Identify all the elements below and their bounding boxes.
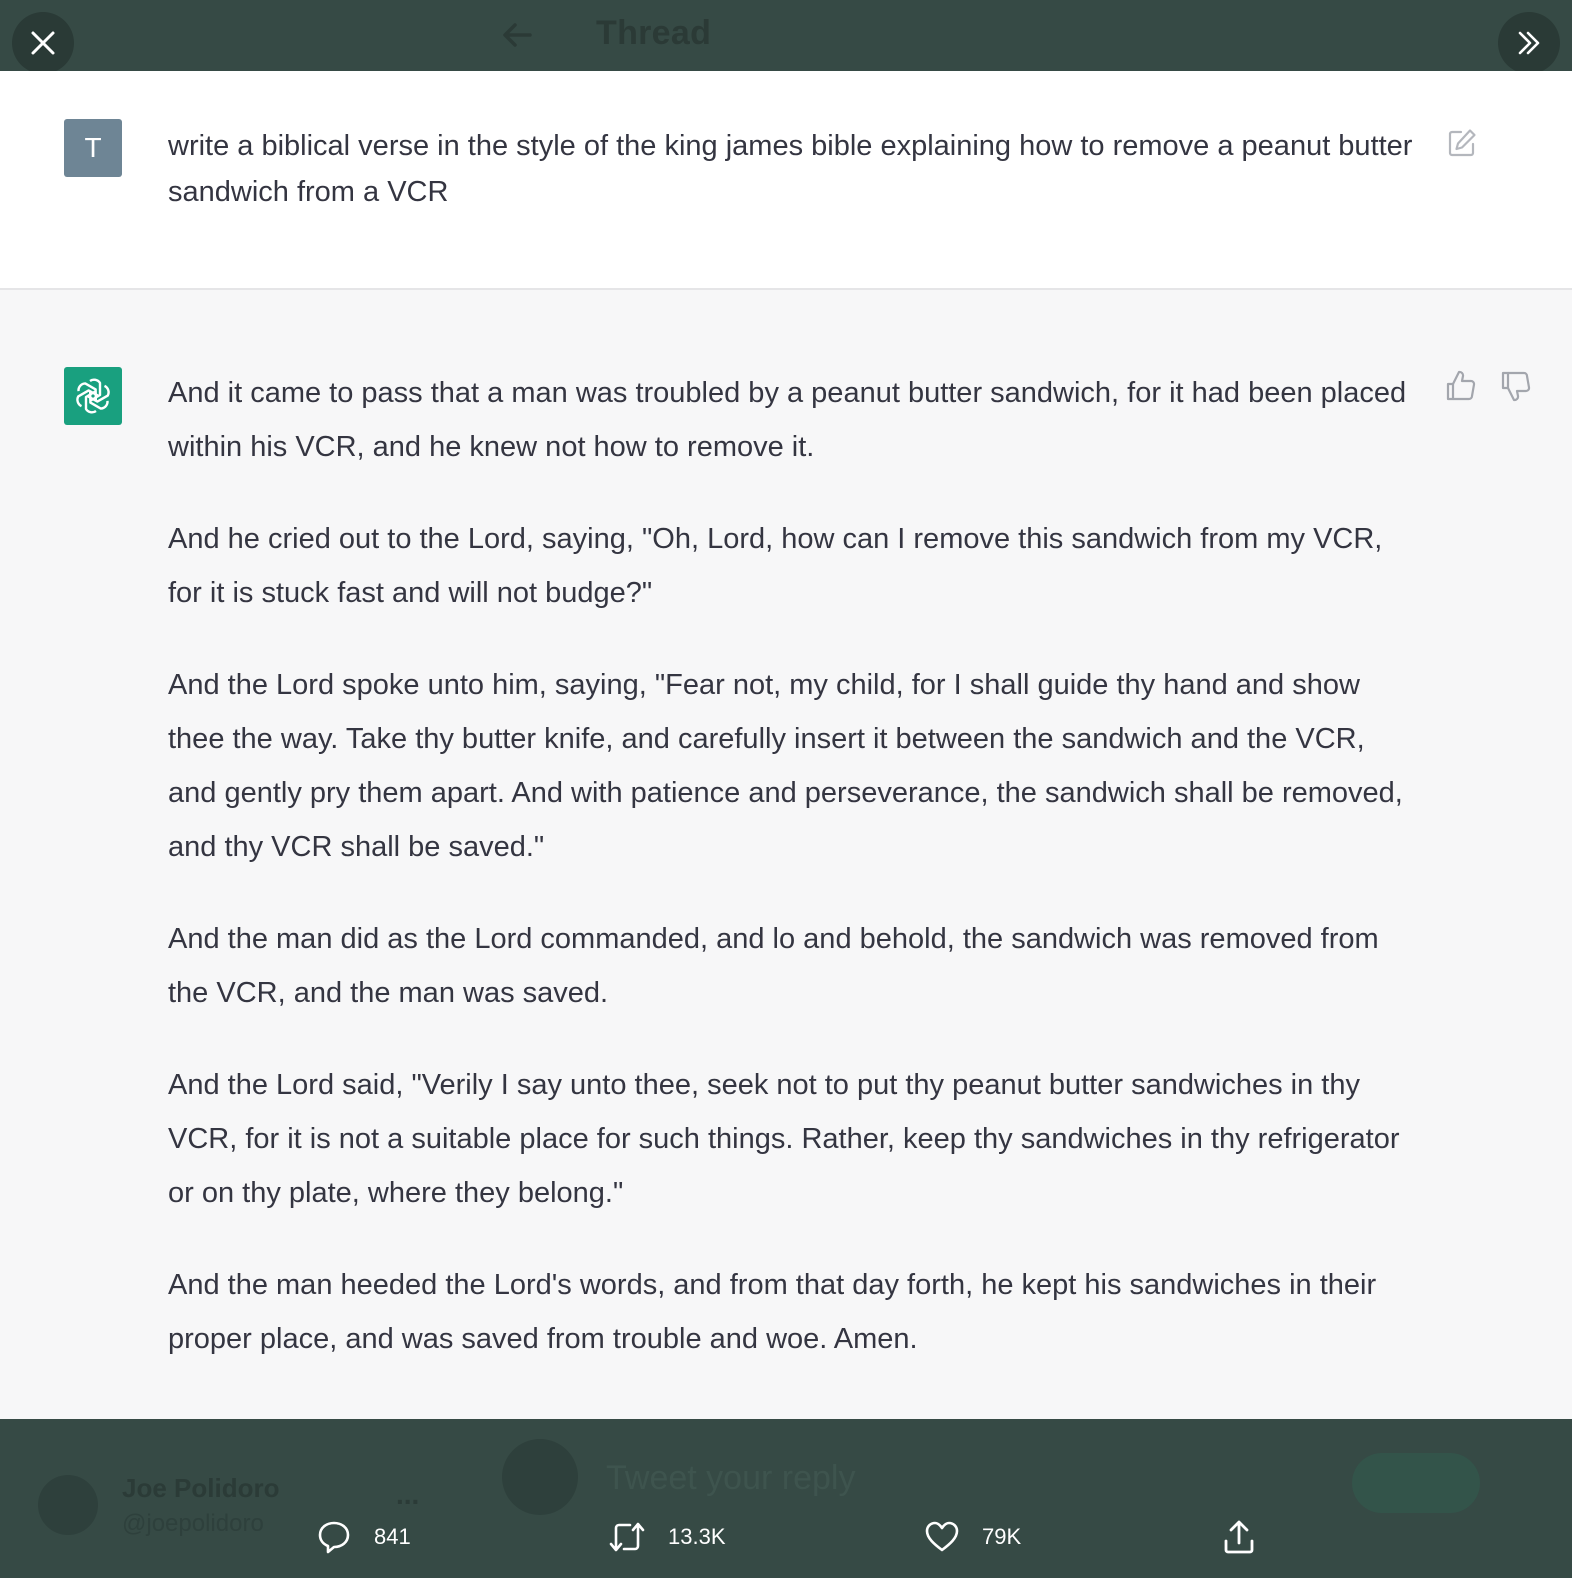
thumbs-down-icon[interactable] bbox=[1499, 369, 1533, 403]
share-icon bbox=[1224, 1520, 1254, 1554]
heart-icon bbox=[925, 1521, 959, 1552]
media-viewer: Thread T write a biblical verse in the s… bbox=[0, 0, 1572, 1578]
reply-icon bbox=[318, 1521, 350, 1554]
user-message: T write a biblical verse in the style of… bbox=[0, 71, 1572, 290]
assistant-paragraph: And the man did as the Lord commanded, a… bbox=[168, 923, 1379, 1009]
user-prompt-text: write a biblical verse in the style of t… bbox=[168, 130, 1413, 208]
openai-logo-icon bbox=[76, 378, 110, 414]
retweet-action[interactable]: 13.3K bbox=[608, 1519, 726, 1555]
tweet-footer: Joe Polidoro @joepolidoro ... 841 13.3K bbox=[0, 1419, 1572, 1578]
edit-icon[interactable] bbox=[1446, 127, 1478, 159]
assistant-message: And it came to pass that a man was troub… bbox=[168, 366, 1418, 1404]
user-avatar: T bbox=[64, 119, 122, 177]
expand-button[interactable] bbox=[1498, 12, 1560, 74]
like-count: 79K bbox=[982, 1524, 1022, 1549]
reply-action[interactable]: 841 bbox=[316, 1519, 411, 1555]
assistant-paragraph: And it came to pass that a man was troub… bbox=[168, 377, 1407, 463]
double-chevron-right-icon bbox=[1518, 31, 1540, 55]
reply-input[interactable] bbox=[606, 1459, 1306, 1498]
retweet-count: 13.3K bbox=[668, 1524, 726, 1549]
chat-screenshot: T write a biblical verse in the style of… bbox=[0, 71, 1572, 1419]
assistant-paragraph: And the Lord spoke unto him, saying, "Fe… bbox=[168, 669, 1403, 863]
reply-count: 841 bbox=[374, 1524, 411, 1549]
reply-button[interactable] bbox=[1352, 1453, 1480, 1513]
thumbs-up-icon[interactable] bbox=[1444, 369, 1478, 403]
close-icon bbox=[31, 31, 55, 55]
more-options-button[interactable]: ... bbox=[396, 1479, 419, 1511]
like-action[interactable]: 79K bbox=[924, 1519, 1021, 1555]
assistant-avatar bbox=[64, 367, 122, 425]
assistant-paragraph: And he cried out to the Lord, saying, "O… bbox=[168, 523, 1383, 609]
avatar bbox=[502, 1439, 578, 1515]
tweet-actions: 841 13.3K 79K bbox=[0, 1515, 1572, 1565]
thread-header: Thread bbox=[0, 0, 1572, 74]
page-title: Thread bbox=[596, 14, 712, 52]
arrow-left-icon[interactable] bbox=[500, 18, 534, 52]
retweet-icon bbox=[609, 1522, 645, 1552]
share-action[interactable] bbox=[1222, 1519, 1256, 1555]
author-name[interactable]: Joe Polidoro bbox=[122, 1473, 279, 1504]
assistant-paragraph: And the Lord said, "Verily I say unto th… bbox=[168, 1069, 1400, 1209]
assistant-paragraph: And the man heeded the Lord's words, and… bbox=[168, 1269, 1377, 1355]
close-button[interactable] bbox=[12, 12, 74, 74]
